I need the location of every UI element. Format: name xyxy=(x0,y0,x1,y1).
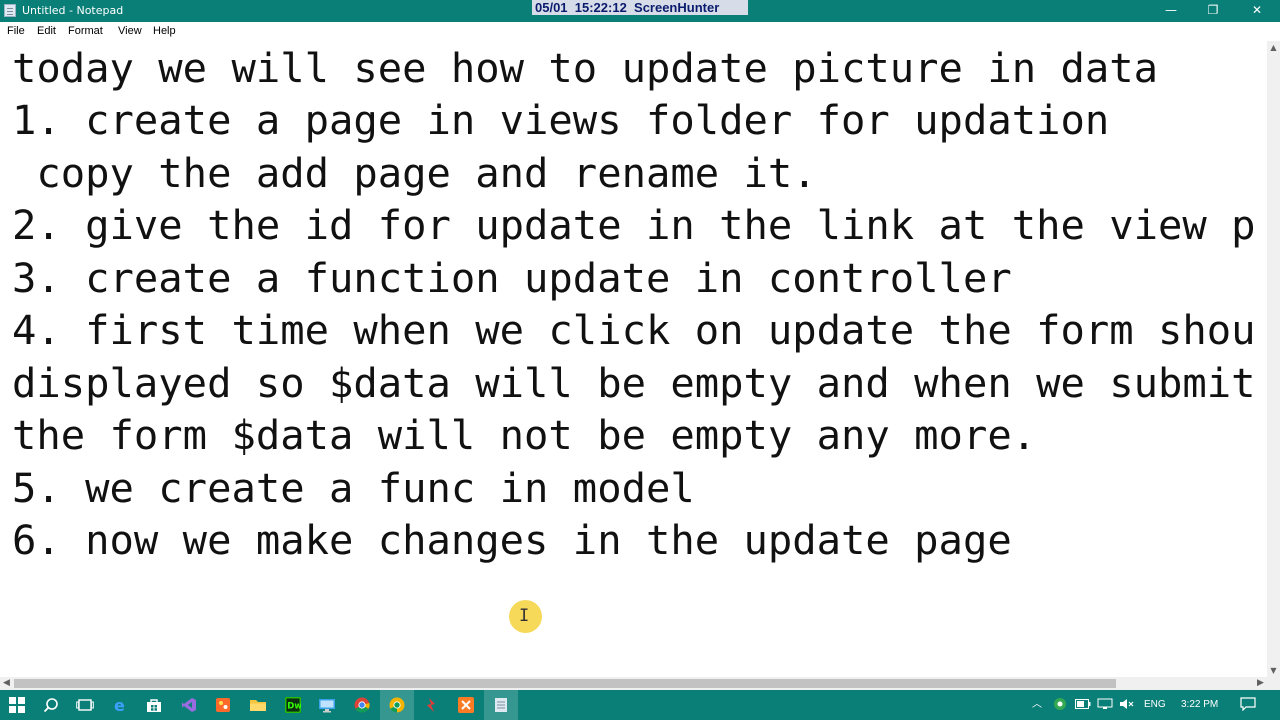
store-icon[interactable] xyxy=(137,690,171,720)
task-view-icon[interactable] xyxy=(68,690,102,720)
menu-edit[interactable]: Edit xyxy=(37,25,56,37)
dreamweaver-icon[interactable]: Dw xyxy=(276,690,310,720)
editor-line: 5. we create a func in model xyxy=(12,464,695,512)
editor-line: 4. first time when we click on update th… xyxy=(12,306,1256,354)
editor-line: the form $data will not be empty any mor… xyxy=(12,411,1037,459)
clock[interactable]: 3:22 PM xyxy=(1181,690,1218,720)
scrollbar-corner xyxy=(1267,677,1280,690)
minimize-button[interactable]: — xyxy=(1148,0,1194,22)
screenhunter-overlay: 05/01 15:22:12 ScreenHunter xyxy=(532,0,748,15)
editor-line: 2. give the id for update in the link at… xyxy=(12,201,1256,249)
remote-desktop-icon[interactable] xyxy=(310,690,344,720)
scroll-left-arrow-icon[interactable]: ◀ xyxy=(0,677,13,690)
menu-view[interactable]: View xyxy=(118,25,142,37)
menu-bar: File Edit Format View Help xyxy=(0,22,1280,41)
chrome-icon[interactable] xyxy=(345,690,379,720)
title-bar: Untitled - Notepad 05/01 15:22:12 Screen… xyxy=(0,0,1280,22)
window-title: Untitled - Notepad xyxy=(22,4,124,17)
editor-line: today we will see how to update picture … xyxy=(12,44,1159,92)
editor-line: 3. create a function update in controlle… xyxy=(12,254,1012,302)
taskbar: e Dw ︿ ENG 3:22 PM xyxy=(0,690,1280,720)
xampp-icon[interactable] xyxy=(449,690,483,720)
file-explorer-icon[interactable] xyxy=(241,690,275,720)
network-icon[interactable] xyxy=(1097,690,1113,720)
horizontal-scroll-thumb[interactable] xyxy=(14,679,1116,688)
close-button[interactable]: ✕ xyxy=(1234,0,1280,22)
menu-file[interactable]: File xyxy=(7,25,25,37)
notification-icon[interactable] xyxy=(1240,690,1256,720)
vertical-scrollbar[interactable]: ▲ ▼ xyxy=(1267,41,1280,677)
visual-studio-icon[interactable] xyxy=(172,690,206,720)
svg-text:e: e xyxy=(114,697,125,713)
language-indicator[interactable]: ENG xyxy=(1144,690,1166,720)
editor-line: 6. now we make changes in the update pag… xyxy=(12,516,1012,564)
chrome-canary-icon[interactable] xyxy=(380,690,414,720)
menu-format[interactable]: Format xyxy=(68,25,103,37)
scroll-up-arrow-icon[interactable]: ▲ xyxy=(1267,41,1280,54)
tray-app-icon[interactable] xyxy=(1053,690,1067,720)
editor-line: 1. create a page in views folder for upd… xyxy=(12,96,1110,144)
notepad-icon[interactable] xyxy=(484,690,518,720)
text-cursor-icon: I xyxy=(519,606,530,626)
notepad-icon xyxy=(4,4,16,17)
text-editor[interactable]: today we will see how to update picture … xyxy=(0,41,1267,677)
menu-help[interactable]: Help xyxy=(153,25,176,37)
edge-icon[interactable]: e xyxy=(103,690,137,720)
speaker-icon[interactable] xyxy=(1119,690,1135,720)
tray-overflow-chevron-icon[interactable]: ︿ xyxy=(1032,690,1042,720)
filezilla-icon[interactable] xyxy=(414,690,448,720)
search-icon[interactable] xyxy=(34,690,68,720)
svg-text:Dw: Dw xyxy=(287,702,301,712)
battery-icon[interactable] xyxy=(1075,690,1091,720)
scroll-down-arrow-icon[interactable]: ▼ xyxy=(1267,664,1280,677)
start-icon[interactable] xyxy=(0,690,34,720)
horizontal-scrollbar[interactable]: ◀ ▶ xyxy=(0,677,1267,690)
editor-line: displayed so $data will be empty and whe… xyxy=(12,359,1256,407)
editor-line: copy the add page and rename it. xyxy=(12,149,817,197)
paint-icon[interactable] xyxy=(206,690,240,720)
scroll-right-arrow-icon[interactable]: ▶ xyxy=(1254,677,1267,690)
restore-button[interactable]: ❐ xyxy=(1190,0,1236,22)
